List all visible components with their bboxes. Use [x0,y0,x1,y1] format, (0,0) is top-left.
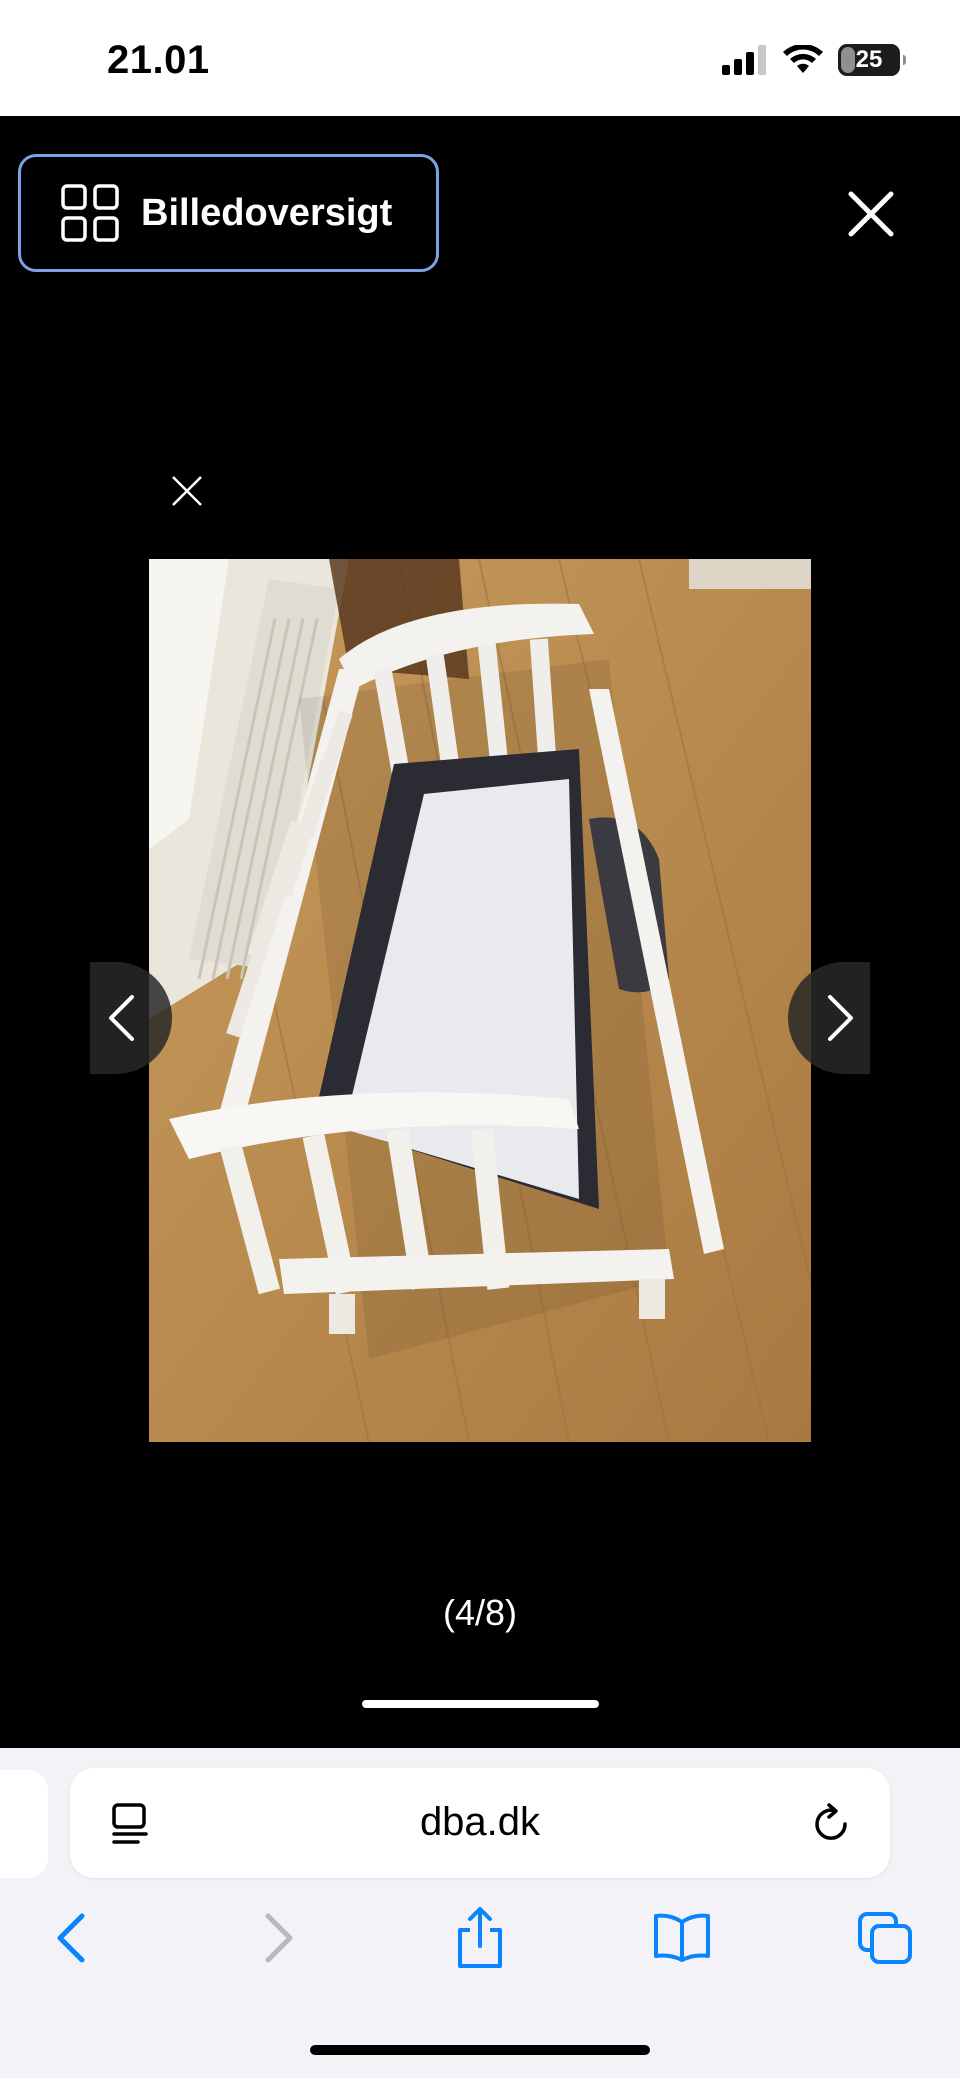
home-indicator [310,2045,650,2055]
scroll-indicator [362,1700,599,1708]
reload-icon[interactable] [812,1802,852,1846]
signal-icon [722,45,766,75]
crib-photo [149,559,811,1442]
crib-photo-image [149,559,811,1442]
back-icon[interactable] [54,1910,88,1966]
image-viewer: Billedoversigt (4/8) [0,116,960,1748]
url-text: dba.dk [419,1800,541,1844]
chevron-right-icon [828,995,853,1041]
battery-level: 25 [855,46,883,73]
share-icon[interactable] [454,1906,506,1970]
chevron-left-icon [109,995,134,1041]
tabs-icon[interactable] [856,1910,914,1966]
bookmarks-icon[interactable] [652,1912,712,1962]
grid-icon [61,184,119,242]
gallery-overview-label: Billedoversigt [141,191,393,234]
forward-icon[interactable] [262,1910,296,1966]
battery-icon: 25 [838,44,906,76]
status-icons: 25 [722,44,906,76]
browser-bottom-bar: dba.dk [0,1748,960,2078]
small-close-icon[interactable] [170,474,204,508]
status-time: 21.01 [107,38,210,82]
status-bar: 21.01 25 [0,0,960,116]
previous-tab-peek[interactable] [0,1770,48,1878]
address-bar[interactable]: dba.dk [70,1768,890,1878]
wifi-icon [783,45,823,73]
gallery-overview-button[interactable]: Billedoversigt [18,154,439,272]
close-icon[interactable] [845,188,897,240]
image-counter: (4/8) [442,1592,518,1633]
